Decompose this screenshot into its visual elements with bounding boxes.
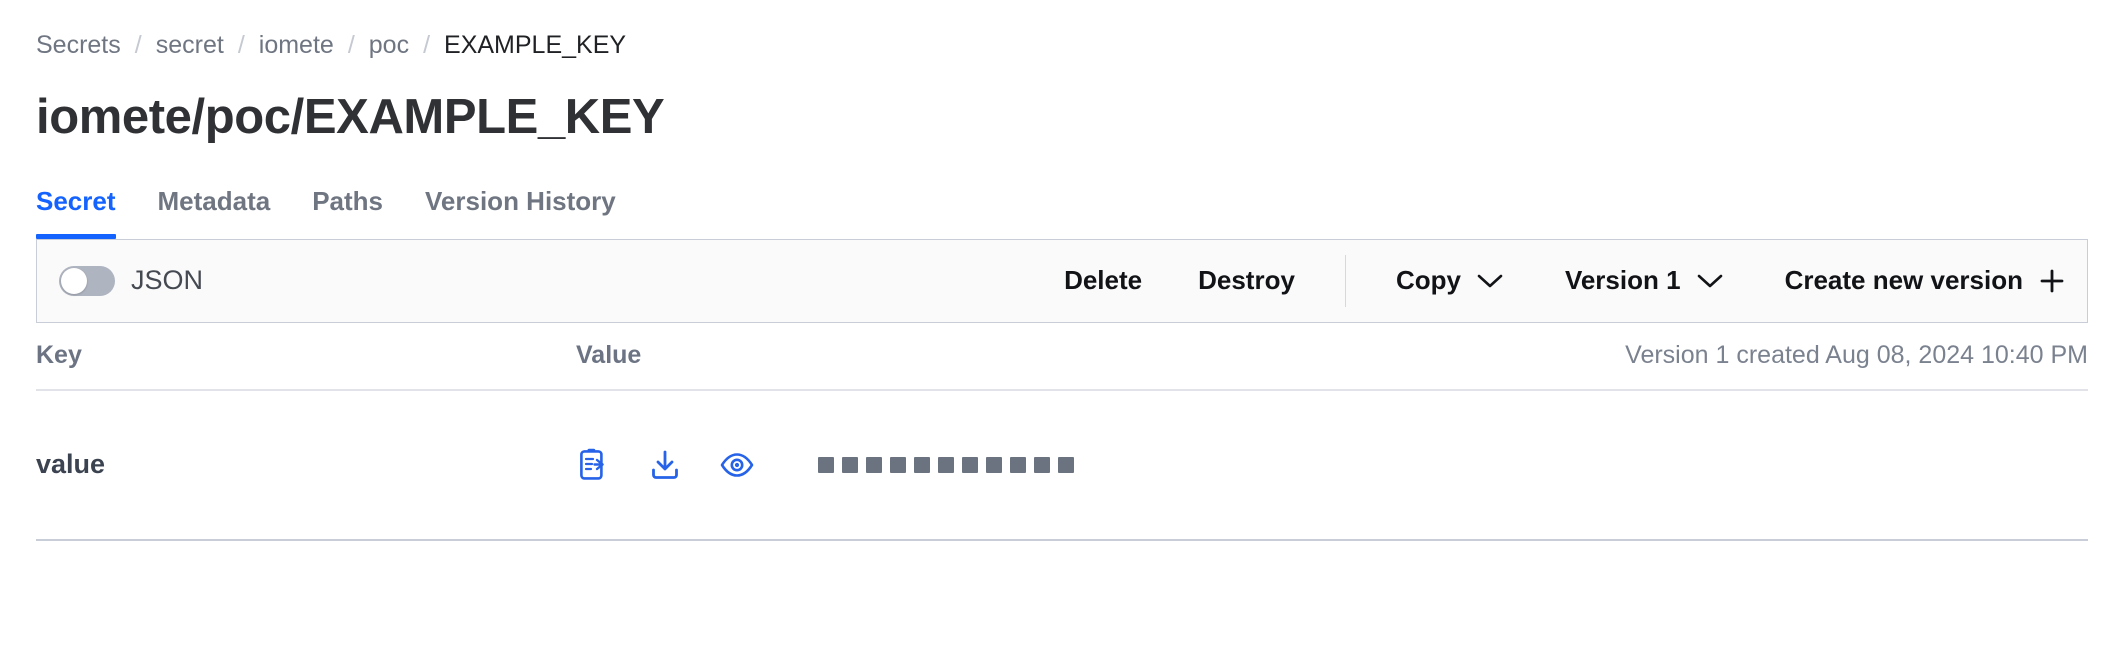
secret-toolbar: JSON Delete Destroy Copy Version 1 Creat…	[36, 238, 2088, 323]
tab-version-history[interactable]: Version History	[425, 186, 616, 235]
tab-secret[interactable]: Secret	[36, 186, 116, 239]
mask-dot	[986, 456, 1002, 473]
create-new-version-button[interactable]: Create new version	[1785, 265, 2065, 296]
table-row: value	[36, 391, 2088, 541]
json-toggle-label: JSON	[131, 265, 204, 296]
breadcrumb-separator: /	[423, 30, 431, 59]
breadcrumb-item-secrets[interactable]: Secrets	[36, 32, 121, 58]
breadcrumb: Secrets / secret / iomete / poc / EXAMPL…	[36, 0, 2088, 68]
mask-dot	[1010, 456, 1026, 473]
secret-key-name: value	[36, 449, 106, 480]
json-toggle[interactable]: JSON	[59, 265, 203, 296]
chevron-down-icon	[1697, 273, 1723, 289]
breadcrumb-separator: /	[237, 30, 245, 59]
breadcrumb-item-current: EXAMPLE_KEY	[444, 30, 627, 59]
mask-dot	[890, 456, 906, 473]
download-icon[interactable]	[648, 448, 682, 482]
tab-paths[interactable]: Paths	[312, 186, 383, 235]
toolbar-divider	[1344, 254, 1346, 307]
toggle-knob	[61, 267, 87, 294]
column-header-key: Key	[36, 341, 82, 370]
secret-table-header: Key Value Version 1 created Aug 08, 2024…	[36, 323, 2088, 391]
column-header-value: Value	[576, 341, 642, 370]
mask-dot	[818, 456, 834, 473]
breadcrumb-separator: /	[134, 30, 142, 59]
version-created-info: Version 1 created Aug 08, 2024 10:40 PM	[1625, 341, 2088, 370]
secret-detail-page: Secrets / secret / iomete / poc / EXAMPL…	[0, 0, 2124, 668]
mask-dot	[866, 456, 882, 473]
delete-button[interactable]: Delete	[1064, 265, 1142, 296]
mask-dot	[1058, 456, 1074, 473]
mask-dot	[842, 456, 858, 473]
tab-bar: Secret Metadata Paths Version History	[36, 179, 2088, 239]
breadcrumb-item-iomete[interactable]: iomete	[259, 32, 334, 58]
eye-icon[interactable]	[720, 448, 754, 482]
create-new-version-label: Create new version	[1784, 265, 2023, 296]
copy-to-clipboard-icon[interactable]	[576, 448, 610, 482]
copy-dropdown-button[interactable]: Copy	[1396, 265, 1503, 296]
tab-metadata[interactable]: Metadata	[158, 186, 271, 235]
toggle-track	[59, 265, 115, 296]
masked-secret-value	[818, 456, 1074, 473]
mask-dot	[914, 456, 930, 473]
destroy-button[interactable]: Destroy	[1198, 265, 1295, 296]
mask-dot	[962, 456, 978, 473]
breadcrumb-separator: /	[347, 30, 355, 59]
chevron-down-icon	[1477, 273, 1503, 289]
copy-label: Copy	[1395, 265, 1461, 296]
version-label: Version 1	[1564, 265, 1681, 296]
mask-dot	[1034, 456, 1050, 473]
secret-value-cell	[576, 448, 2088, 482]
plus-icon	[2039, 268, 2065, 294]
mask-dot	[938, 456, 954, 473]
breadcrumb-item-secret[interactable]: secret	[156, 32, 224, 58]
version-dropdown-button[interactable]: Version 1	[1565, 265, 1723, 296]
breadcrumb-item-poc[interactable]: poc	[369, 32, 409, 58]
page-title: iomete/poc/EXAMPLE_KEY	[36, 90, 665, 144]
